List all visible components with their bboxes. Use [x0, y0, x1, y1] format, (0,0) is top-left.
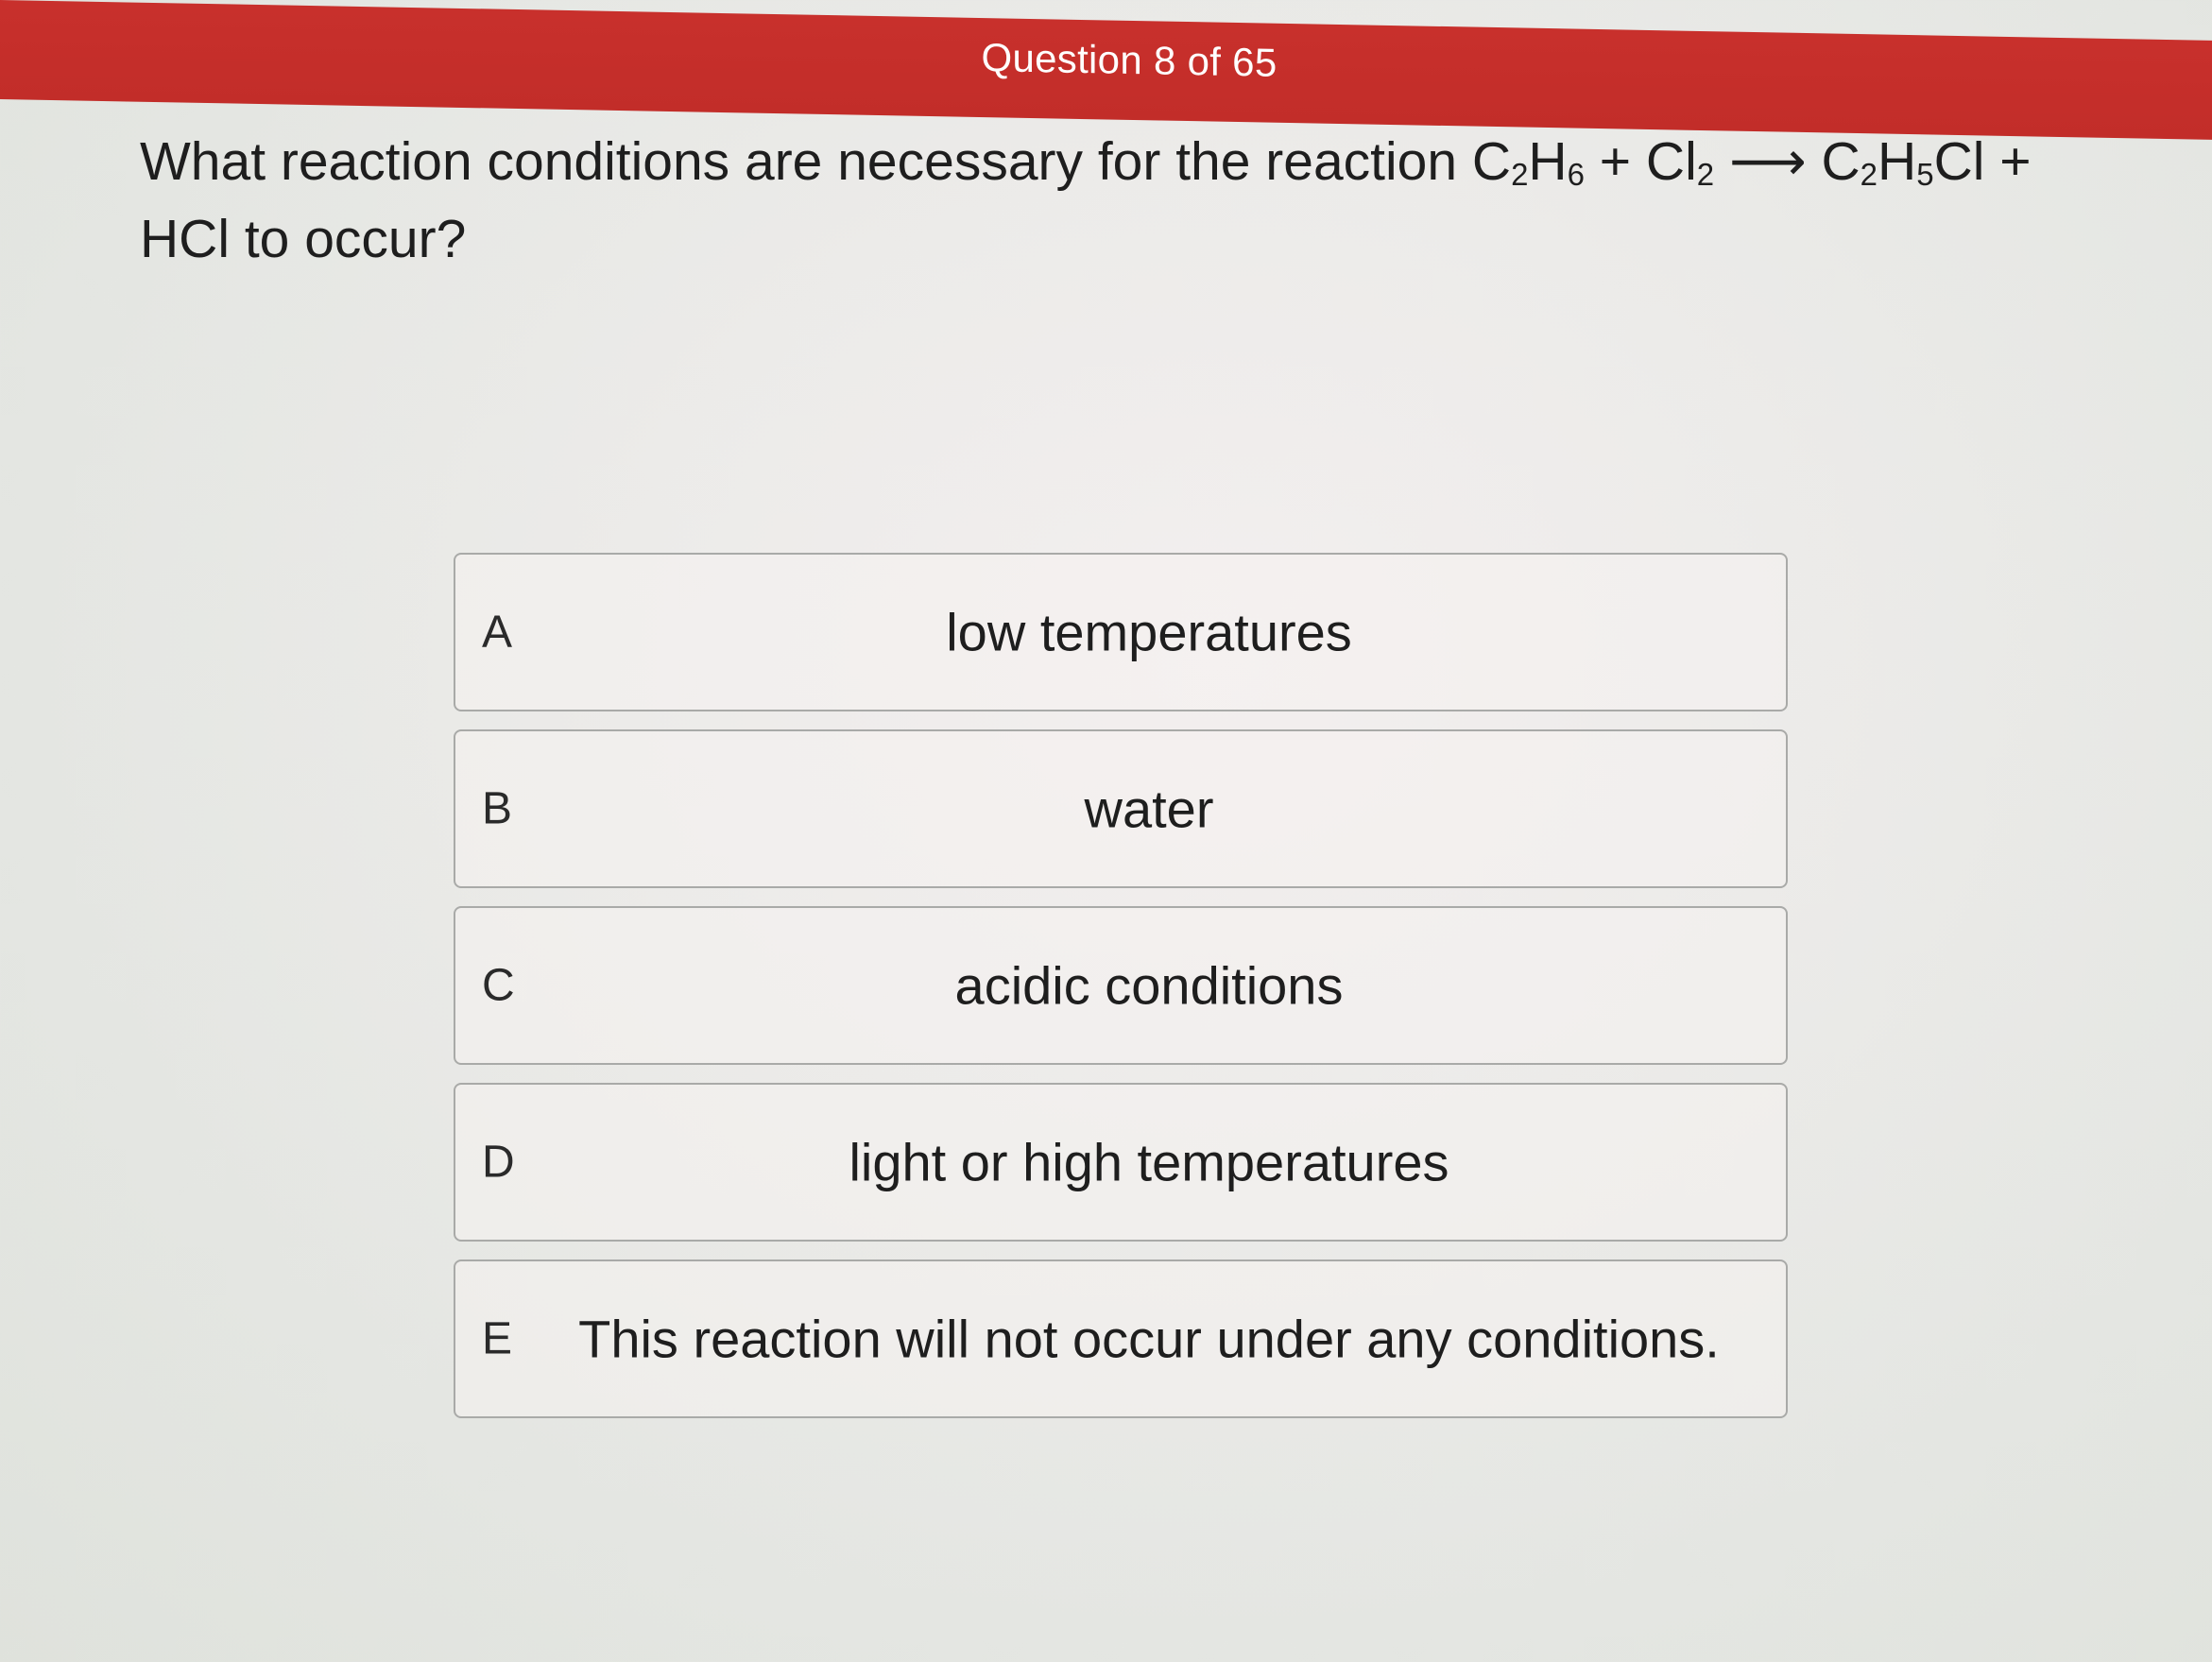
- question-header-bar: Question 8 of 65: [0, 0, 2212, 140]
- answer-option-c[interactable]: C acidic conditions: [454, 906, 1788, 1065]
- option-text: acidic conditions: [954, 955, 1344, 1016]
- answer-option-b[interactable]: B water: [454, 729, 1788, 888]
- question-text-part: ⟶ C: [1714, 131, 1860, 192]
- option-text: water: [1084, 779, 1214, 839]
- answer-option-a[interactable]: A low temperatures: [454, 553, 1788, 711]
- subscript: 5: [1916, 157, 1934, 192]
- option-letter: A: [482, 607, 513, 658]
- option-letter: C: [482, 960, 515, 1011]
- option-letter: D: [482, 1137, 515, 1188]
- subscript: 6: [1567, 157, 1585, 192]
- answer-option-d[interactable]: D light or high temperatures: [454, 1083, 1788, 1242]
- option-letter: E: [482, 1313, 513, 1364]
- answer-option-e[interactable]: E This reaction will not occur under any…: [454, 1259, 1788, 1418]
- option-letter: B: [482, 783, 513, 834]
- question-text: What reaction conditions are necessary f…: [140, 123, 2096, 278]
- question-text-part: H: [1528, 131, 1568, 192]
- answer-options: A low temperatures B water C acidic cond…: [454, 553, 1788, 1436]
- subscript: 2: [1860, 157, 1878, 192]
- option-text: This reaction will not occur under any c…: [578, 1309, 1720, 1369]
- question-counter: Question 8 of 65: [981, 35, 1277, 85]
- question-text-part: + Cl: [1584, 131, 1697, 192]
- subscript: 2: [1696, 157, 1715, 192]
- option-text: light or high temperatures: [849, 1132, 1449, 1192]
- option-text: low temperatures: [946, 602, 1352, 662]
- subscript: 2: [1511, 157, 1529, 192]
- question-text-part: What reaction conditions are necessary f…: [140, 131, 1512, 192]
- question-text-part: H: [1878, 131, 1917, 192]
